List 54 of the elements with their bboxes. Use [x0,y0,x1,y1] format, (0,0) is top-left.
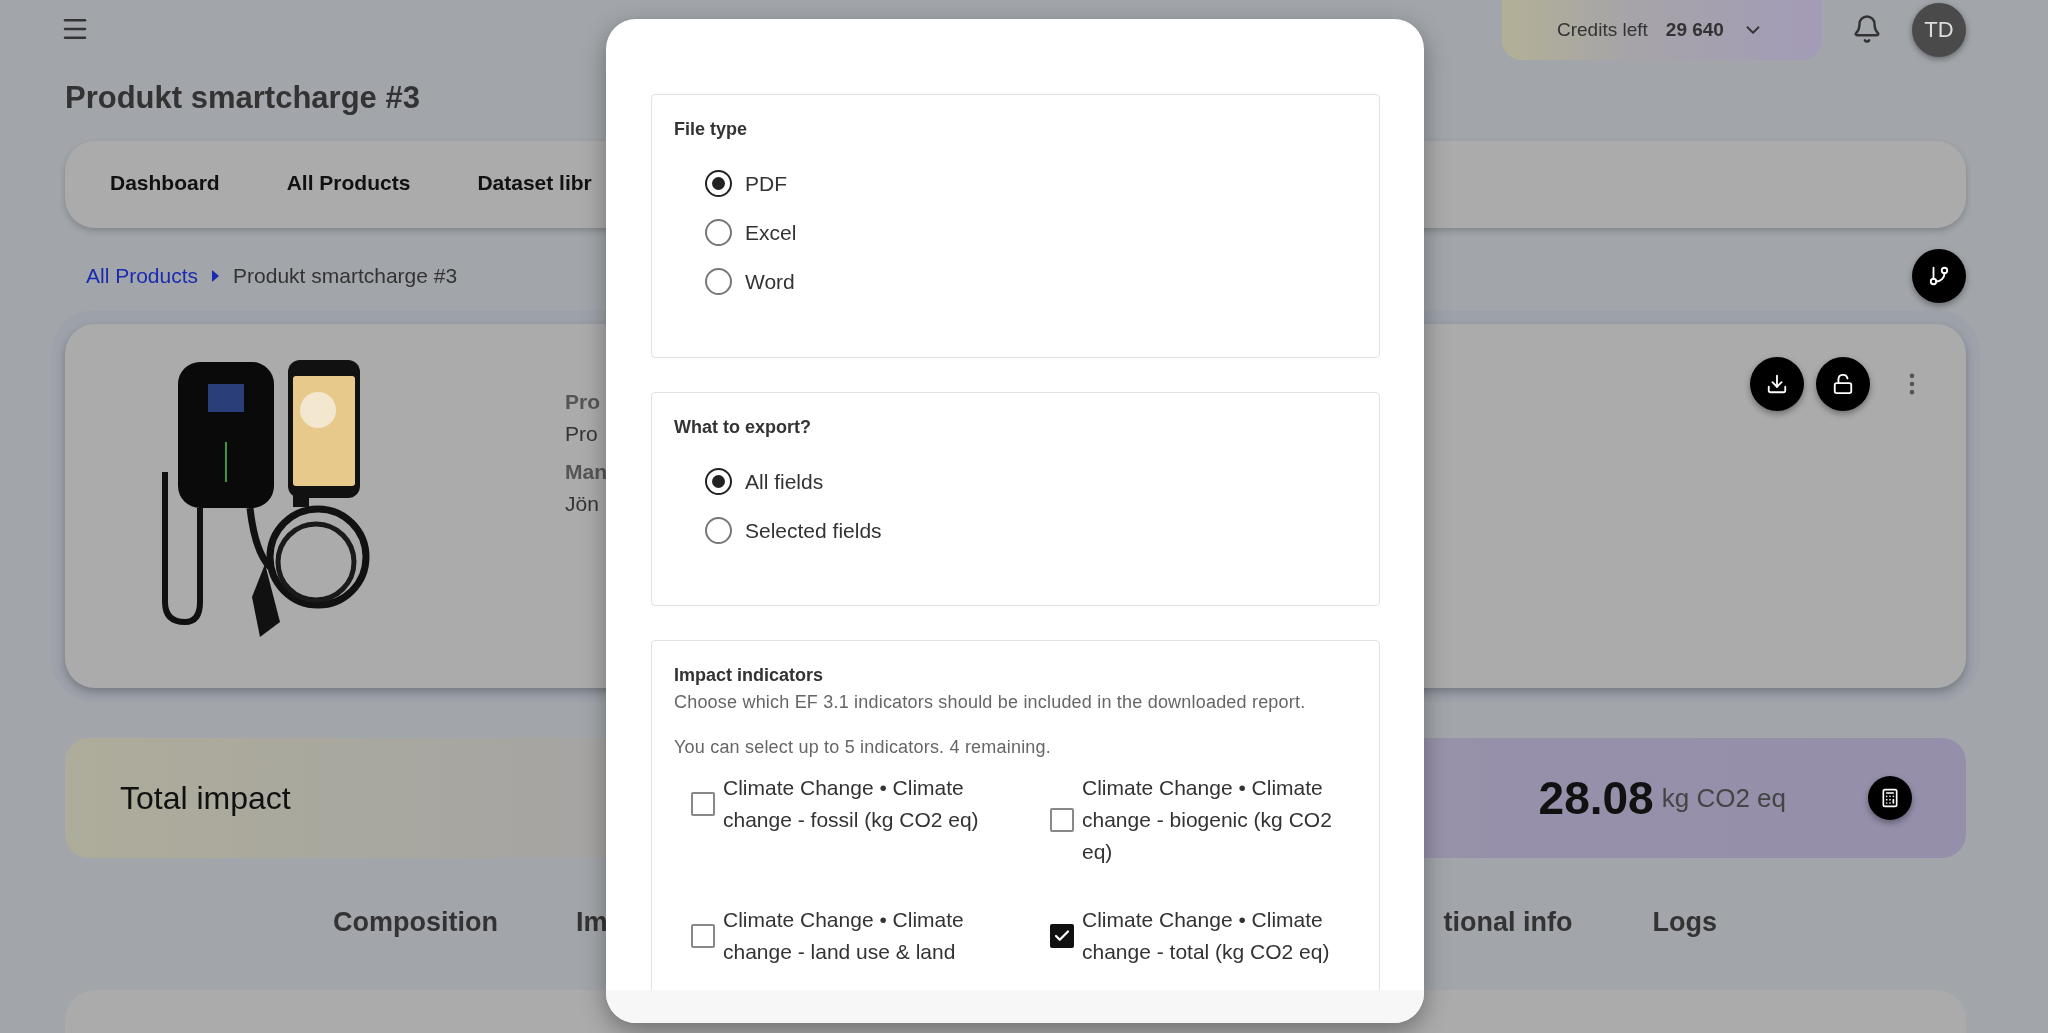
section-tab[interactable]: tional info [1443,901,1573,947]
field-label: Man [565,460,607,484]
radio-icon[interactable] [705,268,732,295]
indicator-option[interactable]: Climate Change • Climate change - land use & land [691,904,1050,968]
radio-option[interactable]: PDF [705,170,1357,197]
field-label: Pro [565,390,601,414]
credits-pill[interactable]: Credits left 29 640 [1502,0,1822,60]
radio-icon[interactable] [705,170,732,197]
field-value: Pro [565,422,599,446]
bell-icon[interactable] [1852,14,1882,44]
section-description: Choose which EF 3.1 indicators should be included in the downloaded report. [674,692,1307,713]
calculator-icon [1880,788,1900,808]
total-impact-label: Total impact [120,779,291,817]
section-title: What to export? [674,417,812,438]
radio-option[interactable]: Selected fields [705,517,1357,544]
indicator-option[interactable]: Climate Change • Climate change - biogenic (kg CO2 eq) [1050,772,1350,868]
field-value: Jön [565,492,600,516]
breadcrumb-current: Produkt smartcharge #3 [233,264,458,288]
section-tab[interactable]: Composition [333,901,498,947]
section-title: Impact indicators [674,665,825,686]
download-icon [1766,373,1788,395]
section-tab[interactable]: Im [576,901,608,947]
nav-tab[interactable]: Dashboard [110,165,220,204]
limit-note: You can select up to 5 indicators. 4 remaining. [674,737,1052,758]
radio-option[interactable]: Excel [705,219,1357,246]
checkbox[interactable] [691,924,715,948]
impact-value: 28.08 [1538,771,1654,825]
indicator-option[interactable]: Climate Change • Climate change - fossil (kg CO2 eq) [691,772,1050,836]
nav-tab[interactable]: Dataset libr [477,165,592,204]
credits-label: Credits left [1557,19,1648,41]
branch-button[interactable] [1912,249,1966,303]
calculator-button[interactable] [1868,776,1912,820]
impact-unit: kg CO2 eq [1661,782,1786,814]
checkbox[interactable] [1050,924,1074,948]
indicator-option[interactable]: Climate Change • Climate change - total (kg CO2 eq) [1050,904,1350,968]
section-title: File type [674,119,749,140]
download-button[interactable] [1750,357,1804,411]
checkbox[interactable] [691,792,715,816]
radio-option[interactable]: All fields [705,468,1357,495]
nav-tab[interactable]: All Products [286,165,411,204]
credits-value: 29 640 [1665,19,1724,41]
checkbox[interactable] [1050,808,1074,832]
caret-icon [212,270,220,282]
radio-icon[interactable] [705,219,732,246]
radio-icon[interactable] [705,468,732,495]
breadcrumb-link[interactable]: All Products [86,264,199,288]
unlock-button[interactable] [1816,357,1870,411]
radio-icon[interactable] [705,517,732,544]
unlock-icon [1832,373,1854,395]
radio-option[interactable]: Word [705,268,1357,295]
avatar[interactable]: TD [1912,3,1966,57]
branch-icon [1928,265,1950,287]
page-title: Produkt smartcharge #3 [65,80,421,117]
section-tab[interactable]: Logs [1652,901,1717,947]
